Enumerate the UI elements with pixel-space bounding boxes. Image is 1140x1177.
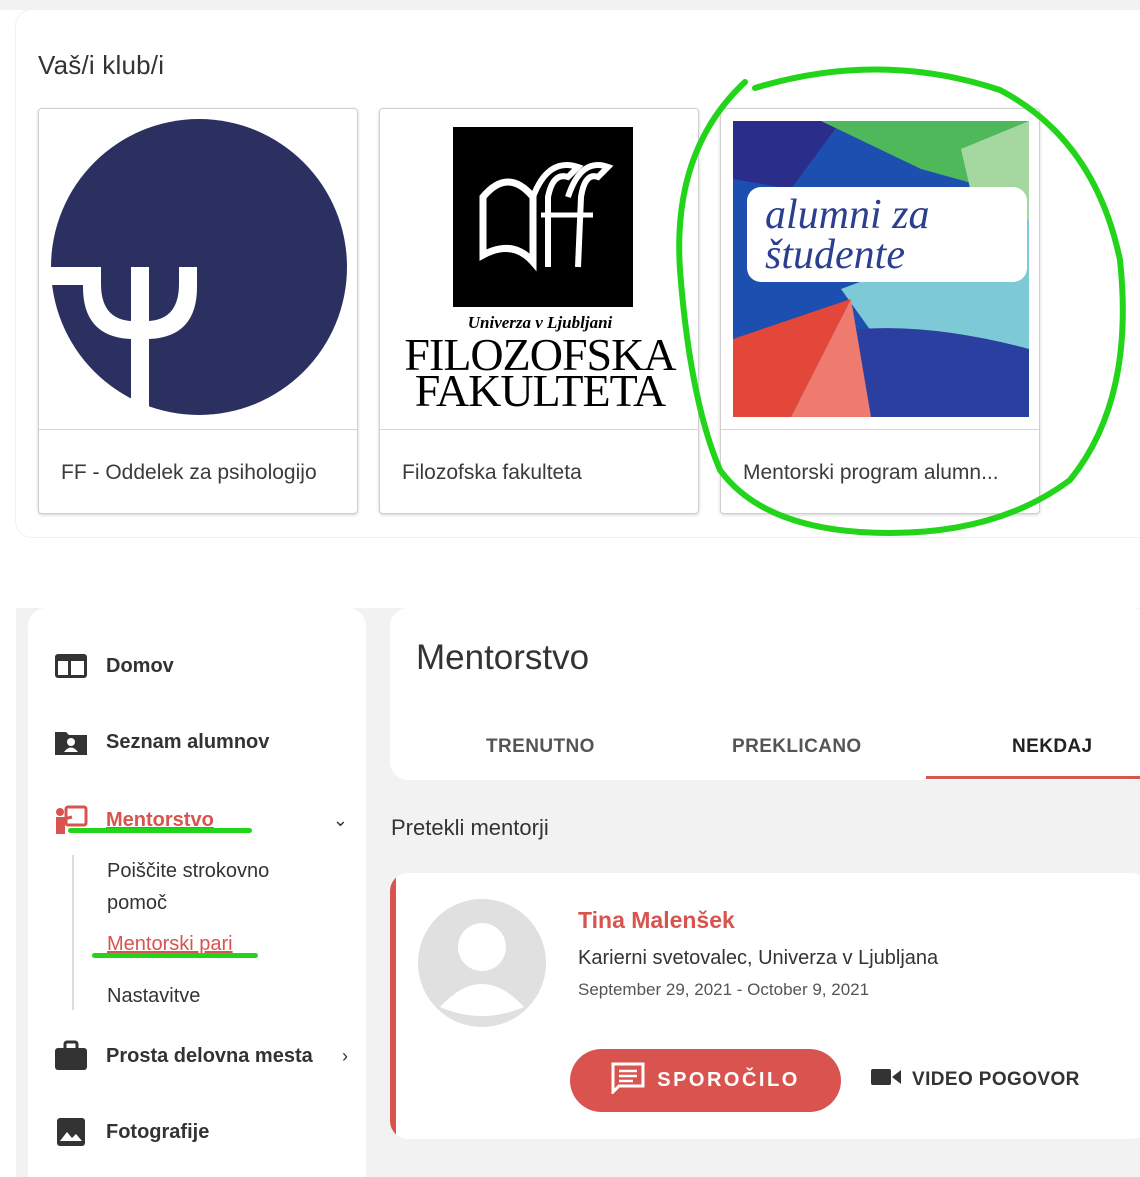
section-title: Pretekli mentorji (391, 815, 549, 840)
message-icon (611, 1062, 645, 1099)
club-card-filozofska[interactable]: Univerza v Ljubljani FILOZOFSKA FAKULTET… (379, 108, 699, 514)
message-button-label: SPOROČILO (657, 1069, 800, 1091)
club-label: FF - Oddelek za psihologijo (61, 461, 317, 484)
sidebar-item-label: Fotografije (106, 1120, 210, 1143)
annotation-underline-mentorstvo (68, 828, 252, 833)
page-title: Mentorstvo (416, 638, 590, 677)
sidebar-item-label: Seznam alumnov (106, 730, 270, 753)
club-card-mentorski-program[interactable]: alumni za študente Mentorski program alu… (720, 108, 1040, 514)
sidebar-item-domov[interactable]: Domov (28, 642, 366, 690)
sidebar-item-label: Domov (106, 654, 174, 677)
sidebar-item-seznam-alumnov[interactable]: Seznam alumnov (28, 718, 366, 766)
video-call-button[interactable]: VIDEO POGOVOR (870, 1067, 1080, 1092)
card-divider (39, 429, 357, 430)
image-icon (54, 1115, 88, 1149)
contacts-folder-icon (54, 725, 88, 759)
sidebar-item-mentorstvo[interactable]: Mentorstvo ⌄ (28, 796, 366, 844)
card-accent-bar (390, 873, 396, 1139)
avatar (418, 899, 546, 1027)
home-dashboard-icon (54, 649, 88, 683)
mentor-name[interactable]: Tina Malenšek (578, 907, 735, 934)
sidebar-item-label: Prosta delovna mesta (106, 1044, 313, 1067)
card-divider (380, 429, 698, 430)
chevron-down-icon[interactable]: ⌄ (333, 810, 348, 831)
psi-logo (39, 109, 357, 429)
video-call-label: VIDEO POGOVOR (912, 1068, 1080, 1090)
tab-nekdaj[interactable]: NEKDAJ (1012, 736, 1093, 758)
sidebar-item-fotografije[interactable]: Fotografije (28, 1108, 366, 1156)
sidebar-item-prosta-delovna-mesta[interactable]: Prosta delovna mesta › (28, 1032, 366, 1080)
message-button[interactable]: SPOROČILO (570, 1049, 841, 1112)
alumni-za-studente-logo: alumni za študente (721, 109, 1039, 429)
tab-preklicano[interactable]: PREKLICANO (732, 736, 862, 758)
mentor-dates: September 29, 2021 - October 9, 2021 (578, 980, 870, 999)
mentor-card: Tina Malenšek Karierni svetovalec, Unive… (390, 873, 1140, 1139)
top-strip (0, 0, 1140, 10)
card-divider (721, 429, 1039, 430)
active-tab-indicator (926, 776, 1140, 779)
tab-trenutno[interactable]: TRENUTNO (486, 736, 595, 758)
submenu-item-poiscite-strokovno-pomoc[interactable]: Poiščite strokovno pomoč (107, 855, 307, 919)
submenu-guide-line (72, 855, 74, 1010)
clubs-title: Vaš/i klub/i (38, 50, 165, 80)
ff-logo-word2: FAKULTETA (414, 365, 667, 416)
submenu-item-nastavitve[interactable]: Nastavitve (107, 980, 200, 1012)
mentor-role: Karierni svetovalec, Univerza v Ljubljan… (578, 947, 939, 969)
briefcase-icon (54, 1039, 88, 1073)
ff-logo: Univerza v Ljubljani FILOZOFSKA FAKULTET… (380, 109, 698, 429)
alumni-logo-text: alumni za študente (765, 192, 930, 278)
club-label: Filozofska fakulteta (402, 461, 582, 484)
ff-logo-mark (453, 127, 633, 307)
chevron-right-icon[interactable]: › (342, 1046, 348, 1067)
mentorstvo-header-card: Mentorstvo TRENUTNO PREKLICANO NEKDAJ (390, 608, 1140, 780)
video-camera-icon (870, 1067, 902, 1092)
annotation-underline-mentorski-pari (92, 953, 258, 958)
club-card-psihologija[interactable]: FF - Oddelek za psihologijo (38, 108, 358, 514)
club-label: Mentorski program alumn... (743, 461, 999, 484)
